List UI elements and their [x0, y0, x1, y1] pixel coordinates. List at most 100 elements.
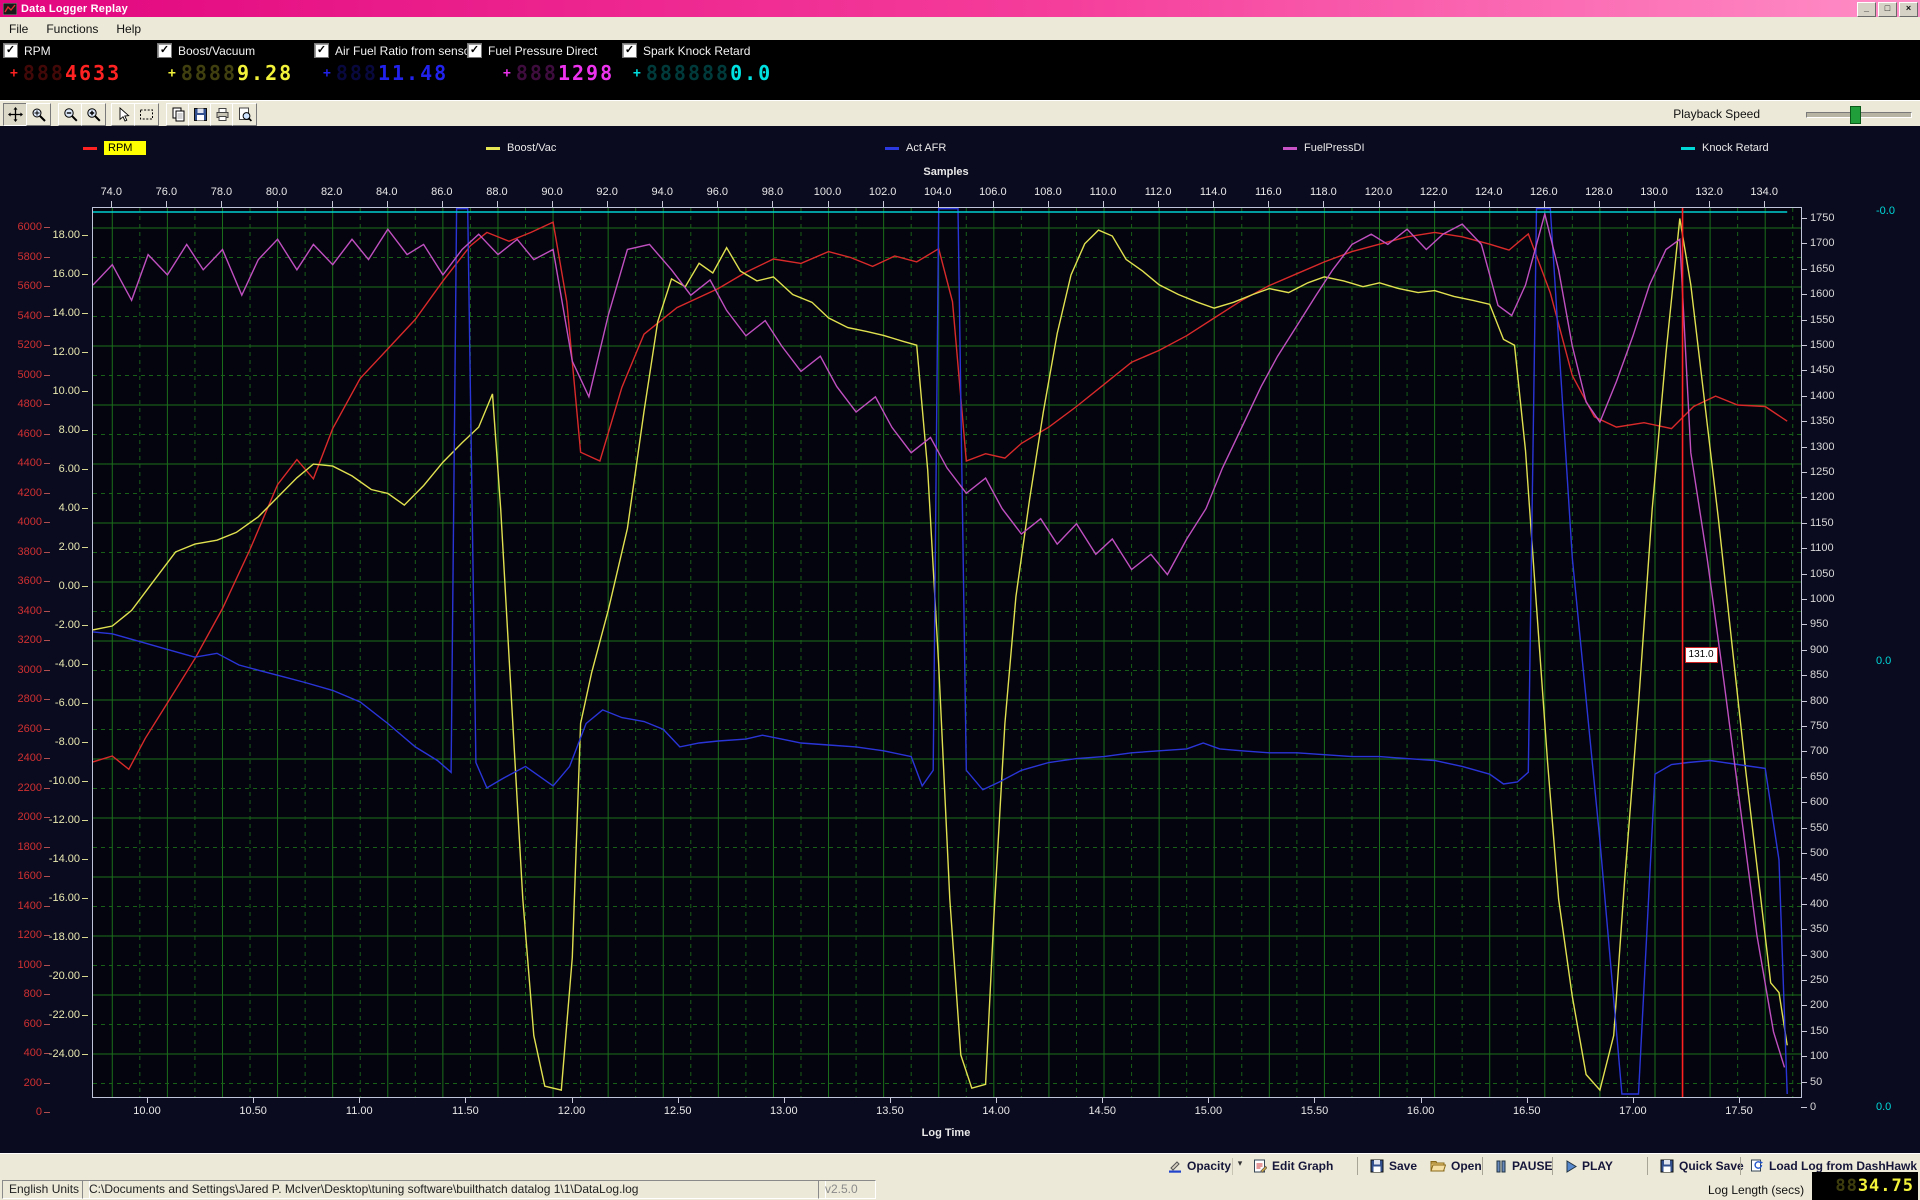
checkbox-icon[interactable]: ✓ — [467, 43, 482, 58]
zoom-in-button[interactable] — [81, 103, 106, 126]
tick-mark — [1801, 548, 1807, 549]
tick-mark — [44, 758, 50, 759]
tick-mark — [442, 201, 443, 207]
rpm-tick-label: 1600 — [0, 870, 42, 882]
cursor-button[interactable] — [111, 103, 136, 126]
boost-tick-label: 18.00 — [20, 229, 80, 241]
samples-tick-label: 102.0 — [853, 186, 913, 198]
pan-button[interactable] — [3, 103, 28, 126]
channel-checkbox-rpm[interactable]: ✓RPM — [3, 43, 51, 58]
playback-speed-thumb[interactable] — [1850, 106, 1861, 124]
quick-save-button[interactable]: Quick Save — [1655, 1156, 1749, 1176]
boost-tick-label: -10.00 — [20, 775, 80, 787]
pan-icon — [8, 107, 23, 122]
menu-help[interactable]: Help — [107, 19, 150, 39]
save-button[interactable]: Save — [1365, 1156, 1422, 1176]
channel-checkbox-fuel-pressure-direct[interactable]: ✓Fuel Pressure Direct — [467, 43, 597, 58]
file-path-panel: C:\Documents and Settings\Jared P. McIve… — [82, 1180, 826, 1199]
samples-tick-label: 76.0 — [136, 186, 196, 198]
boost-tick-label: 4.00 — [20, 502, 80, 514]
playback-speed-slider[interactable] — [1806, 112, 1912, 118]
legend-label: RPM — [104, 141, 146, 155]
tick-mark — [1801, 472, 1807, 473]
log-time-tick-label: 16.00 — [1391, 1105, 1451, 1117]
fuel-tick-label: 900 — [1810, 644, 1828, 656]
tick-mark — [1801, 320, 1807, 321]
tick-mark — [1801, 802, 1807, 803]
checkbox-icon[interactable]: ✓ — [622, 43, 637, 58]
tick-mark — [784, 1097, 785, 1103]
tick-mark — [552, 201, 553, 207]
copy-icon — [171, 107, 186, 122]
legend-item-boost-vac[interactable]: Boost/Vac — [486, 140, 556, 156]
tick-mark — [147, 1097, 148, 1103]
tick-mark — [938, 201, 939, 207]
rpm-tick-label: 3200 — [0, 634, 42, 646]
tick-mark — [82, 781, 88, 782]
log-time-tick-label: 14.00 — [966, 1105, 1026, 1117]
rpm-tick-label: 4000 — [0, 516, 42, 528]
tick-mark — [1048, 201, 1049, 207]
tick-mark — [1801, 1056, 1807, 1057]
channel-checkbox-air-fuel-ratio-from-sensor[interactable]: ✓ Air Fuel Ratio from sensor — [314, 43, 474, 58]
knock-tick-label: -0.0 — [1876, 205, 1895, 217]
tick-mark — [890, 1097, 891, 1103]
edit-graph-button[interactable]: Edit Graph — [1248, 1156, 1338, 1176]
checkbox-icon[interactable]: ✓ — [3, 43, 18, 58]
checkbox-icon[interactable]: ✓ — [157, 43, 172, 58]
fuel-tick-label: 300 — [1810, 949, 1828, 961]
tick-mark — [1801, 269, 1807, 270]
rpm-tick-label: 5800 — [0, 251, 42, 263]
close-button[interactable]: × — [1899, 2, 1918, 17]
checkbox-icon[interactable]: ✓ — [314, 43, 329, 58]
tick-mark — [44, 640, 50, 641]
display-dim-digits: 888888 — [646, 61, 730, 85]
minimize-button[interactable]: _ — [1857, 2, 1876, 17]
opacity-dropdown-caret[interactable]: ▾ — [1232, 1158, 1247, 1175]
menu-file[interactable]: File — [0, 19, 37, 39]
fuel-tick-label: 1650 — [1810, 263, 1834, 275]
separator — [1357, 1157, 1358, 1175]
log-time-tick-label: 11.50 — [435, 1105, 495, 1117]
legend-item-act-afr[interactable]: Act AFR — [885, 140, 946, 156]
display-digits: 88889.28 — [181, 61, 293, 85]
display-value: 4633 — [65, 61, 121, 85]
fuel-tick-label: 1600 — [1810, 288, 1834, 300]
select-region-button[interactable] — [134, 103, 159, 126]
opacity-button[interactable]: Opacity — [1163, 1156, 1236, 1176]
tick-mark — [1633, 1097, 1634, 1103]
air-fuel-ratio-from-sensor-display: +88811.48 — [323, 60, 448, 86]
open-button[interactable]: Open — [1425, 1156, 1487, 1176]
tick-mark — [1801, 1107, 1807, 1108]
pause-button[interactable]: PAUSE — [1490, 1156, 1557, 1176]
channel-checkbox-boost-vacuum[interactable]: ✓Boost/Vacuum — [157, 43, 255, 58]
fuel-tick-label: 350 — [1810, 923, 1828, 935]
display-digits: 8884633 — [23, 61, 121, 85]
zoom-out-icon — [63, 107, 78, 122]
display-value: 9.28 — [237, 61, 293, 85]
tick-mark — [44, 847, 50, 848]
maximize-button[interactable]: □ — [1878, 2, 1897, 17]
button-label: Edit Graph — [1272, 1159, 1333, 1173]
rpm-tick-label: 5000 — [0, 369, 42, 381]
log-time-axis-title: Log Time — [92, 1127, 1800, 1139]
legend-item-fuelpressdi[interactable]: FuelPressDI — [1283, 140, 1365, 156]
tick-mark — [44, 227, 50, 228]
zoom-out-button[interactable] — [58, 103, 83, 126]
save-icon — [1370, 1159, 1384, 1173]
tick-mark — [1801, 650, 1807, 651]
channel-label: Air Fuel Ratio from sensor — [335, 44, 474, 58]
print-preview-button[interactable] — [232, 103, 257, 126]
menu-functions[interactable]: Functions — [37, 19, 107, 39]
edit-graph-icon — [1253, 1159, 1267, 1173]
plot-area[interactable] — [92, 207, 1802, 1098]
chart-panel: RPM Boost/Vac Act AFR FuelPressDI Knock Reta… — [0, 126, 1920, 1153]
tick-mark — [678, 1097, 679, 1103]
zoom-window-button[interactable] — [26, 103, 51, 126]
legend-item-rpm[interactable]: RPM — [83, 140, 146, 156]
play-button[interactable]: PLAY — [1560, 1156, 1618, 1176]
boost-tick-label: 2.00 — [20, 541, 80, 553]
channel-checkbox-spark-knock-retard[interactable]: ✓Spark Knock Retard — [622, 43, 750, 58]
tick-mark — [1739, 1097, 1740, 1103]
legend-item-knock-retard[interactable]: Knock Retard — [1681, 140, 1769, 156]
